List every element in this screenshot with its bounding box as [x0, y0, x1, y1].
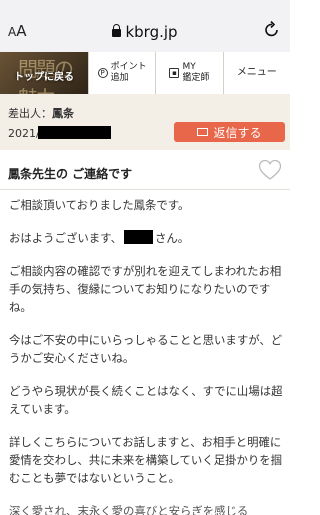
nav-top-label: トップに戻る	[14, 72, 74, 83]
lock-icon	[112, 24, 122, 37]
message-subject-bar: 鳳条先生の ご連絡です	[0, 150, 290, 190]
nav-menu-label: メニュー	[236, 67, 277, 78]
body-paragraph: 詳しくこちらについてお話しますと、お相手と明確に愛情を交わし、共に未来を構築して…	[9, 435, 283, 485]
body-paragraph: 今はご不安の中にいらっしゃることと思いますが、どうかご安心くださいね。	[9, 333, 283, 365]
site-nav: 問題の魅力 トップに戻る P ポイント追加 ▪ MY鑑定師 メニュー	[0, 52, 290, 94]
nav-add-points-button[interactable]: P ポイント 追加	[88, 52, 156, 94]
sender-line: 差出人：鳳条	[8, 105, 74, 121]
message-body: ご相談頂いておりました鳳条です。 おはようございます、 さん。 ご相談内容の確認で…	[9, 196, 284, 515]
message-date: 2021/	[8, 127, 40, 140]
point-icon: P	[97, 68, 108, 78]
nav-my-reader-label: MY 鑑定師	[182, 62, 210, 83]
redacted-name	[124, 230, 153, 244]
sender-name: 鳳条	[52, 107, 74, 120]
nav-menu-button[interactable]: メニュー	[222, 52, 290, 94]
person-card-icon: ▪	[169, 68, 180, 78]
reload-icon[interactable]	[264, 20, 280, 38]
message-subject: 鳳条先生の ご連絡です	[8, 167, 133, 181]
url-field[interactable]: kbrg.jp	[0, 23, 290, 41]
body-paragraph: どうやら現状が長く続くことはなく、すでに山場は超えています。	[9, 384, 283, 416]
nav-my-reader-button[interactable]: ▪ MY 鑑定師	[155, 52, 223, 94]
redacted-date	[38, 126, 111, 139]
envelope-icon	[197, 128, 209, 136]
body-paragraph-greeting: おはようございます、 さん。	[9, 230, 190, 245]
body-paragraph: 深く愛され、末永く愛の喜びと安らぎを感じる	[9, 504, 249, 515]
sender-label: 差出人：	[8, 107, 52, 120]
body-paragraph: ご相談内容の確認ですが別れを迎えてしまわれたお相手の気持ち、復縁についてお知りに…	[9, 264, 282, 314]
nav-top-button[interactable]: 問題の魅力 トップに戻る	[0, 52, 88, 94]
body-paragraph: ご相談頂いておりました鳳条です。	[9, 198, 190, 212]
url-text: kbrg.jp	[125, 23, 178, 41]
browser-address-bar: AA kbrg.jp	[0, 0, 290, 52]
reply-button[interactable]: 返信する	[174, 122, 285, 142]
reply-label: 返信する	[213, 125, 262, 140]
nav-add-points-label: ポイント 追加	[110, 62, 147, 83]
favorite-heart-icon[interactable]	[258, 159, 282, 181]
